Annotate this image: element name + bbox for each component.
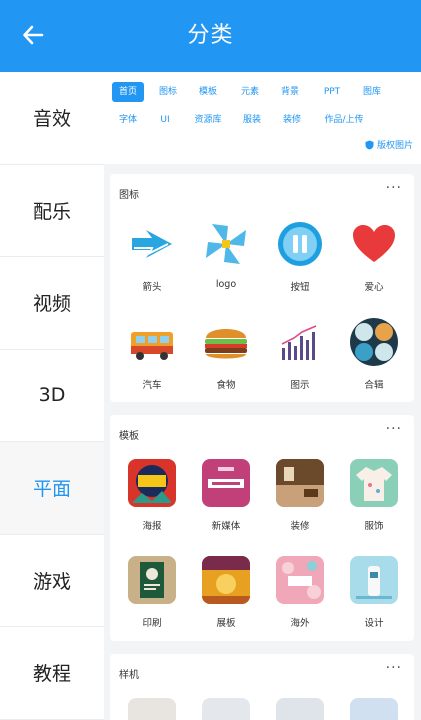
- display-board-thumb: [202, 556, 250, 604]
- category-sidebar: 音效 配乐 视频 3D 平面 游戏 教程: [0, 72, 104, 720]
- grid-item-mockup-1[interactable]: [116, 698, 188, 720]
- tag-resources[interactable]: 资源库: [184, 110, 232, 130]
- sidebar-item-music[interactable]: 配乐: [0, 165, 104, 257]
- tag-gallery[interactable]: 图库: [356, 82, 388, 102]
- grid-item-label: 箭头: [142, 282, 162, 293]
- grid-item-label: 印刷: [142, 618, 162, 629]
- tag-ui[interactable]: UI: [152, 110, 178, 130]
- icons-section-card: 图标 ··· 箭头 logo 按钮 爱心 汽车 食物 图示 合辑: [110, 174, 414, 402]
- sidebar-item-tutorials[interactable]: 教程: [0, 627, 104, 720]
- sidebar-item-graphic[interactable]: 平面: [0, 442, 104, 535]
- tag-decoration[interactable]: 装修: [276, 110, 308, 130]
- chart-icon: [276, 318, 324, 366]
- tag-icons[interactable]: 图标: [152, 82, 184, 102]
- tag-templates[interactable]: 模板: [192, 82, 224, 102]
- mockup-thumb: [350, 698, 398, 720]
- grid-item-label: 汽车: [142, 380, 162, 391]
- more-options-icon[interactable]: ···: [386, 421, 402, 437]
- tag-home[interactable]: 首页: [112, 82, 144, 102]
- print-thumb: [128, 556, 176, 604]
- section-title-icons: 图标: [119, 190, 139, 201]
- grid-item-logo[interactable]: logo: [190, 220, 262, 290]
- grid-item-print[interactable]: 印刷: [116, 556, 188, 629]
- grid-item-new-media[interactable]: 新媒体: [190, 459, 262, 532]
- logo-icon: [202, 220, 250, 268]
- decoration-thumb: [276, 459, 324, 507]
- grid-item-car[interactable]: 汽车: [116, 318, 188, 391]
- grid-item-label: 装修: [290, 521, 310, 532]
- grid-item-label: 海报: [142, 521, 162, 532]
- grid-item-label: 食物: [216, 380, 236, 391]
- tag-ppt[interactable]: PPT: [316, 82, 348, 102]
- grid-item-food[interactable]: 食物: [190, 318, 262, 391]
- tag-works-upload[interactable]: 作品/上传: [316, 110, 372, 130]
- more-options-icon[interactable]: ···: [386, 180, 402, 196]
- grid-item-design[interactable]: 设计: [338, 556, 410, 629]
- app-bar: 分类: [0, 0, 421, 72]
- more-options-icon[interactable]: ···: [386, 660, 402, 676]
- sidebar-item-sound-effects[interactable]: 音效: [0, 72, 104, 165]
- grid-item-label: logo: [215, 279, 237, 290]
- sidebar-item-3d[interactable]: 3D: [0, 350, 104, 442]
- templates-section-card: 模板 ··· 海报 新媒体 装修 服饰 印刷 展板 海外 设计: [110, 415, 414, 641]
- heart-icon: [350, 220, 398, 268]
- bus-icon: [128, 318, 176, 366]
- tag-backgrounds[interactable]: 背景: [274, 82, 306, 102]
- grid-item-overseas[interactable]: 海外: [264, 556, 336, 629]
- mockup-thumb: [202, 698, 250, 720]
- grid-item-button[interactable]: 按钮: [264, 220, 336, 293]
- grid-item-poster[interactable]: 海报: [116, 459, 188, 532]
- burger-icon: [202, 318, 250, 366]
- grid-item-label: 图示: [290, 380, 310, 391]
- tag-clothing[interactable]: 服装: [236, 110, 268, 130]
- sidebar-item-games[interactable]: 游戏: [0, 535, 104, 627]
- grid-item-mockup-3[interactable]: [264, 698, 336, 720]
- grid-item-label: 按钮: [290, 282, 310, 293]
- main-content: 首页 图标 模板 元素 背景 PPT 图库 字体 UI 资源库 服装 装修 作品…: [104, 72, 421, 720]
- tag-fonts[interactable]: 字体: [112, 110, 144, 130]
- grid-item-label: 展板: [216, 618, 236, 629]
- tag-elements[interactable]: 元素: [232, 82, 268, 102]
- clothing-thumb: [350, 459, 398, 507]
- grid-item-label: 服饰: [364, 521, 384, 532]
- mockup-thumb: [276, 698, 324, 720]
- grid-item-arrow[interactable]: 箭头: [116, 220, 188, 293]
- grid-item-label: 设计: [364, 618, 384, 629]
- tag-panel: 首页 图标 模板 元素 背景 PPT 图库 字体 UI 资源库 服装 装修 作品…: [104, 72, 421, 164]
- grid-item-label: 爱心: [364, 282, 384, 293]
- pause-button-icon: [276, 220, 324, 268]
- shield-icon: [365, 140, 374, 149]
- grid-item-chart[interactable]: 图示: [264, 318, 336, 391]
- page-title: 分类: [187, 23, 234, 48]
- grid-item-display-board[interactable]: 展板: [190, 556, 262, 629]
- poster-thumb: [128, 459, 176, 507]
- copyright-label: 版权图片: [376, 141, 413, 151]
- grid-item-decoration[interactable]: 装修: [264, 459, 336, 532]
- grid-item-mockup-4[interactable]: [338, 698, 410, 720]
- grid-item-mockup-2[interactable]: [190, 698, 262, 720]
- design-thumb: [350, 556, 398, 604]
- collection-icon: [350, 318, 398, 366]
- overseas-thumb: [276, 556, 324, 604]
- new-media-thumb: [202, 459, 250, 507]
- copyright-images-link[interactable]: 版权图片: [365, 138, 413, 151]
- section-title-mockups: 样机: [119, 670, 139, 681]
- mockup-thumb: [128, 698, 176, 720]
- grid-item-collection[interactable]: 合辑: [338, 318, 410, 391]
- mockups-section-card: 样机 ···: [110, 654, 414, 720]
- grid-item-clothing[interactable]: 服饰: [338, 459, 410, 532]
- grid-item-label: 新媒体: [211, 521, 241, 532]
- arrow-icon: [128, 220, 176, 268]
- section-title-templates: 模板: [119, 431, 139, 442]
- grid-item-label: 合辑: [364, 380, 384, 391]
- grid-item-heart[interactable]: 爱心: [338, 220, 410, 293]
- sidebar-item-video[interactable]: 视频: [0, 257, 104, 350]
- grid-item-label: 海外: [290, 618, 310, 629]
